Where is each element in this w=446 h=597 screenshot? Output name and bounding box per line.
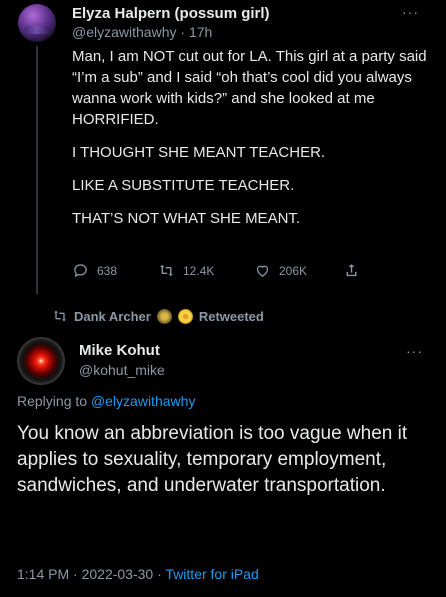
like-count: 206K <box>279 263 308 278</box>
handle-mike[interactable]: @kohut_mike <box>79 362 165 378</box>
reply-icon <box>74 264 87 277</box>
display-name-mike[interactable]: Mike Kohut <box>79 342 160 359</box>
share-icon <box>346 264 357 277</box>
retweet-button[interactable]: 12.4K <box>158 262 214 279</box>
retweet-count: 12.4K <box>183 263 215 278</box>
retweeter-name[interactable]: Dank Archer <box>74 309 151 324</box>
retweeted-label: Retweeted <box>198 308 264 324</box>
more-options-icon[interactable]: ··· <box>402 4 419 20</box>
replying-to: Replying to @elyzawithawhy <box>17 393 195 409</box>
timestamp[interactable]: 17h <box>189 24 212 40</box>
replying-to-mention[interactable]: @elyzawithawhy <box>91 393 195 409</box>
handle-and-time: @elyzawithawhy · 17h <box>72 24 212 40</box>
replying-to-label: Replying to <box>17 393 91 409</box>
share-button[interactable] <box>343 262 360 279</box>
bat-emoji-icon <box>156 308 172 324</box>
like-button[interactable]: 206K <box>254 262 307 279</box>
retweeted-by[interactable]: Dank Archer Retweeted <box>52 308 264 324</box>
tweet-paragraph: Man, I am NOT cut out for LA. This girl … <box>72 48 427 128</box>
heart-icon <box>256 265 269 277</box>
retweet-icon <box>54 310 66 322</box>
tweet-source[interactable]: Twitter for iPad <box>165 566 258 582</box>
avatar-mike[interactable] <box>17 337 65 385</box>
reply-count: 638 <box>97 263 118 278</box>
tweet-body: Man, I am NOT cut out for LA. This girl … <box>72 46 428 241</box>
separator: · <box>176 24 189 40</box>
more-options-icon[interactable]: ··· <box>406 343 423 359</box>
tweet-metadata: 1:14 PM · 2022-03-30 · Twitter for iPad <box>17 566 259 582</box>
reply-tweet-body: You know an abbreviation is too vague wh… <box>17 423 408 496</box>
separator: · <box>153 566 166 582</box>
reply-button[interactable]: 638 <box>72 262 117 279</box>
thread-line <box>36 46 38 294</box>
display-name-text[interactable]: Elyza Halpern (possum girl) <box>72 5 270 22</box>
tweet-paragraph: LIKE A SUBSTITUTE TEACHER. <box>72 177 295 194</box>
tweet-time[interactable]: 1:14 PM <box>17 566 69 582</box>
tweet-paragraph: I THOUGHT SHE MEANT TEACHER. <box>72 144 326 161</box>
display-name[interactable]: Elyza Halpern (possum girl) <box>72 5 270 22</box>
sunflower-emoji-icon <box>177 308 193 324</box>
tweet-paragraph: THAT’S NOT WHAT SHE MEANT. <box>72 210 301 227</box>
handle[interactable]: @elyzawithawhy <box>72 24 176 40</box>
tweet-actions: 638 12.4K 206K <box>72 262 372 282</box>
tweet-date[interactable]: 2022-03-30 <box>82 566 154 582</box>
separator: · <box>69 566 82 582</box>
avatar-elyza[interactable] <box>18 4 56 42</box>
retweet-icon <box>160 264 173 277</box>
